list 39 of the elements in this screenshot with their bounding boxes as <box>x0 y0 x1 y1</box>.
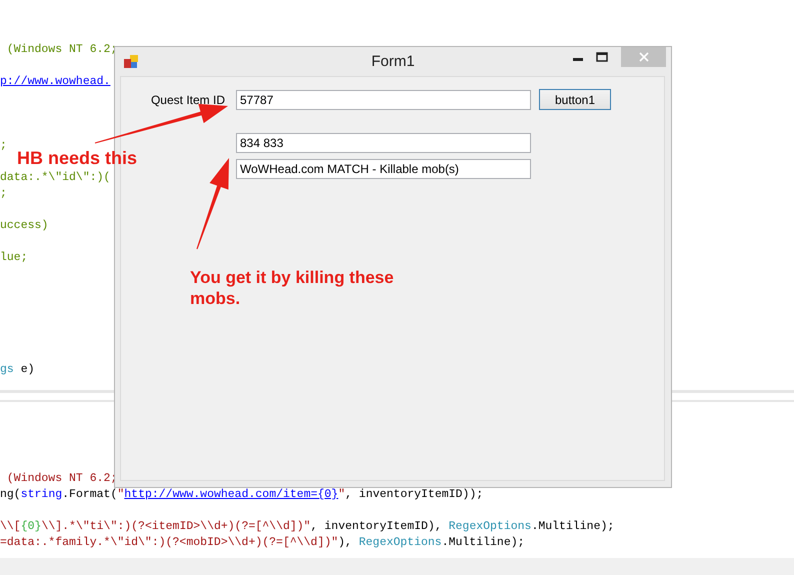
field-label: Quest Item ID <box>150 92 225 106</box>
code-type: RegexOptions <box>358 536 442 549</box>
code-text: ), <box>338 536 353 549</box>
code-string: " <box>117 488 124 501</box>
code-link[interactable]: p://www.wowhead. <box>0 75 110 88</box>
code-string: " <box>338 488 346 501</box>
code-text: , inventoryItemID), <box>310 520 443 533</box>
code-text: ; <box>0 187 7 200</box>
code-text: .Multiline); <box>442 536 525 549</box>
code-text: .Multiline); <box>531 520 614 533</box>
code-text: data:.*\"id\":)( <box>0 171 110 184</box>
code-link[interactable]: http://www.wowhead.com/item={0} <box>124 488 338 501</box>
code-text: lue; <box>0 251 28 264</box>
code-text: uccess) <box>0 219 48 232</box>
window-title: Form1 <box>370 53 416 70</box>
input-field[interactable]: 834 833 <box>236 133 531 153</box>
code-string: \\[ <box>0 520 21 533</box>
code-text: e) <box>20 363 35 376</box>
button[interactable]: button1 <box>539 89 611 110</box>
code-text: .Format( <box>62 488 118 501</box>
minimize-icon[interactable] <box>573 58 583 60</box>
annotation-text: HB needs this <box>17 148 138 168</box>
app-icon <box>124 55 138 68</box>
code-text: {0} <box>20 520 42 533</box>
close-icon <box>638 52 648 62</box>
code-type: RegexOptions <box>448 520 532 533</box>
code-string: (Windows NT 6.2; <box>6 472 118 485</box>
code-text: ; <box>0 139 7 152</box>
code-text: , inventoryItemID)); <box>345 488 484 501</box>
input-field[interactable]: WoWHead.com MATCH - Killable mob(s) <box>236 159 531 179</box>
maximize-icon[interactable] <box>596 52 608 62</box>
annotation-text: You get it by killing these mobs. <box>190 267 395 309</box>
code-keyword: string <box>20 488 62 501</box>
code-string: \\].*\"ti\":)(?<itemID>\\d+)(?=[^\\d])" <box>41 520 311 533</box>
input-field[interactable]: 57787 <box>236 90 531 110</box>
code-text: (Windows NT 6.2; <box>6 43 118 56</box>
code-string: =data:.*family.*\"id\":)(?<mobID>\\d+)(?=[^\\d])" <box>0 536 338 549</box>
code-text: ng( <box>0 488 21 501</box>
code-type: gs <box>0 363 14 376</box>
